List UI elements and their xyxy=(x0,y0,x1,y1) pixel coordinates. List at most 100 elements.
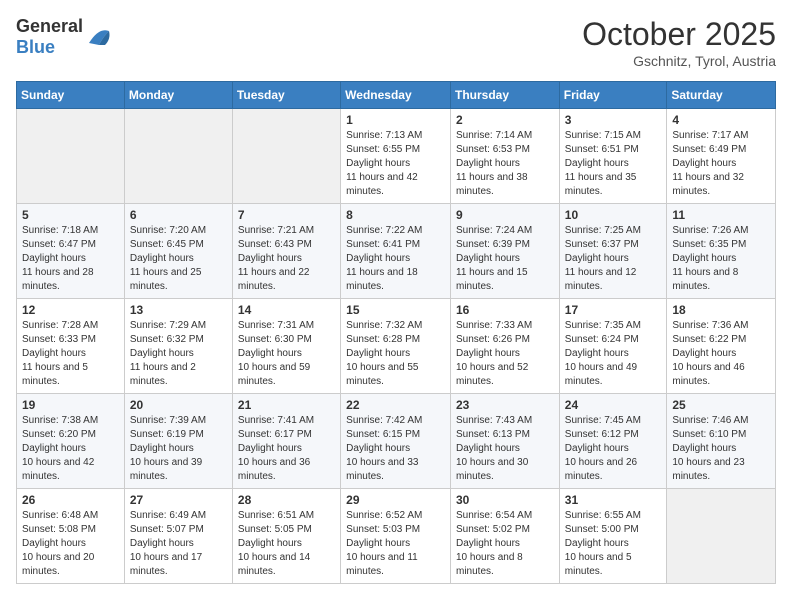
calendar-cell: 26Sunrise: 6:48 AMSunset: 5:08 PMDayligh… xyxy=(17,489,125,584)
day-number: 20 xyxy=(130,398,227,412)
title-block: October 2025 Gschnitz, Tyrol, Austria xyxy=(582,16,776,69)
calendar-cell: 12Sunrise: 7:28 AMSunset: 6:33 PMDayligh… xyxy=(17,299,125,394)
day-number: 10 xyxy=(565,208,662,222)
day-info: Sunrise: 7:46 AMSunset: 6:10 PMDaylight … xyxy=(672,414,770,484)
day-number: 8 xyxy=(346,208,445,222)
calendar-cell: 14 Sunrise: 7:31 AMSunset: 6:30 PMDayligh… xyxy=(232,299,340,394)
day-number: 4 xyxy=(672,113,770,127)
calendar-cell: 4 Sunrise: 7:17 AMSunset: 6:49 PMDaylight… xyxy=(667,109,776,204)
day-number: 28 xyxy=(238,493,335,507)
day-number: 13 xyxy=(130,303,227,317)
weekday-header-row: SundayMondayTuesdayWednesdayThursdayFrid… xyxy=(17,82,776,109)
day-info: Sunrise: 6:52 AMSunset: 5:03 PMDaylight … xyxy=(346,509,445,579)
day-info: Sunrise: 7:42 AMSunset: 6:15 PMDaylight … xyxy=(346,414,445,484)
calendar-cell xyxy=(232,109,340,204)
day-number: 3 xyxy=(565,113,662,127)
month-title: October 2025 xyxy=(582,16,776,53)
day-info: Sunrise: 7:45 AMSunset: 6:12 PMDaylight … xyxy=(565,414,662,484)
day-info: Sunrise: 7:31 AMSunset: 6:30 PMDaylight … xyxy=(238,319,335,389)
day-info: Sunrise: 7:28 AMSunset: 6:33 PMDaylight … xyxy=(22,319,119,389)
page-header: General Blue October 2025 Gschnitz, Tyro… xyxy=(16,16,776,69)
day-number: 21 xyxy=(238,398,335,412)
day-info: Sunrise: 6:55 AMSunset: 5:00 PMDaylight … xyxy=(565,509,662,579)
day-number: 16 xyxy=(456,303,554,317)
calendar-cell: 16Sunrise: 7:33 AMSunset: 6:26 PMDayligh… xyxy=(451,299,560,394)
calendar-cell: 24 Sunrise: 7:45 AMSunset: 6:12 PMDayligh… xyxy=(559,394,667,489)
calendar-cell: 29 Sunrise: 6:52 AMSunset: 5:03 PMDayligh… xyxy=(341,489,451,584)
weekday-header: Sunday xyxy=(17,82,125,109)
day-info: Sunrise: 7:17 AMSunset: 6:49 PMDaylight … xyxy=(672,129,770,199)
day-info: Sunrise: 7:41 AMSunset: 6:17 PMDaylight … xyxy=(238,414,335,484)
day-info: Sunrise: 7:29 AMSunset: 6:32 PMDaylight … xyxy=(130,319,227,389)
calendar-cell: 23Sunrise: 7:43 AMSunset: 6:13 PMDayligh… xyxy=(451,394,560,489)
day-info: Sunrise: 6:49 AMSunset: 5:07 PMDaylight … xyxy=(130,509,227,579)
day-number: 29 xyxy=(346,493,445,507)
calendar-cell: 19 Sunrise: 7:38 AMSunset: 6:20 PMDayligh… xyxy=(17,394,125,489)
calendar-cell: 7Sunrise: 7:21 AMSunset: 6:43 PMDaylight… xyxy=(232,204,340,299)
day-number: 26 xyxy=(22,493,119,507)
calendar-cell: 20 Sunrise: 7:39 AMSunset: 6:19 PMDayligh… xyxy=(124,394,232,489)
weekday-header: Wednesday xyxy=(341,82,451,109)
day-number: 9 xyxy=(456,208,554,222)
day-info: Sunrise: 7:21 AMSunset: 6:43 PMDaylight … xyxy=(238,224,335,294)
calendar-cell: 2Sunrise: 7:14 AMSunset: 6:53 PMDaylight… xyxy=(451,109,560,204)
weekday-header: Monday xyxy=(124,82,232,109)
calendar-cell: 1 Sunrise: 7:13 AMSunset: 6:55 PMDaylight… xyxy=(341,109,451,204)
calendar-cell: 11Sunrise: 7:26 AMSunset: 6:35 PMDayligh… xyxy=(667,204,776,299)
calendar-row: 1 Sunrise: 7:13 AMSunset: 6:55 PMDaylight… xyxy=(17,109,776,204)
logo-blue: Blue xyxy=(16,37,55,57)
location-subtitle: Gschnitz, Tyrol, Austria xyxy=(582,53,776,69)
calendar-cell: 6 Sunrise: 7:20 AMSunset: 6:45 PMDaylight… xyxy=(124,204,232,299)
day-info: Sunrise: 6:51 AMSunset: 5:05 PMDaylight … xyxy=(238,509,335,579)
day-info: Sunrise: 6:54 AMSunset: 5:02 PMDaylight … xyxy=(456,509,554,579)
day-number: 22 xyxy=(346,398,445,412)
day-info: Sunrise: 7:13 AMSunset: 6:55 PMDaylight … xyxy=(346,129,445,199)
day-info: Sunrise: 7:39 AMSunset: 6:19 PMDaylight … xyxy=(130,414,227,484)
day-info: Sunrise: 7:18 AMSunset: 6:47 PMDaylight … xyxy=(22,224,119,294)
calendar-row: 26Sunrise: 6:48 AMSunset: 5:08 PMDayligh… xyxy=(17,489,776,584)
day-number: 6 xyxy=(130,208,227,222)
calendar-cell: 28 Sunrise: 6:51 AMSunset: 5:05 PMDayligh… xyxy=(232,489,340,584)
day-number: 23 xyxy=(456,398,554,412)
weekday-header: Tuesday xyxy=(232,82,340,109)
day-number: 14 xyxy=(238,303,335,317)
calendar-cell: 9 Sunrise: 7:24 AMSunset: 6:39 PMDaylight… xyxy=(451,204,560,299)
day-number: 1 xyxy=(346,113,445,127)
day-number: 5 xyxy=(22,208,119,222)
day-number: 2 xyxy=(456,113,554,127)
logo-general: General xyxy=(16,16,83,36)
calendar-cell: 15 Sunrise: 7:32 AMSunset: 6:28 PMDayligh… xyxy=(341,299,451,394)
calendar-cell: 5 Sunrise: 7:18 AMSunset: 6:47 PMDaylight… xyxy=(17,204,125,299)
calendar-cell xyxy=(124,109,232,204)
day-number: 15 xyxy=(346,303,445,317)
logo-icon xyxy=(85,23,113,51)
calendar-cell: 22 Sunrise: 7:42 AMSunset: 6:15 PMDayligh… xyxy=(341,394,451,489)
day-number: 30 xyxy=(456,493,554,507)
day-info: Sunrise: 7:32 AMSunset: 6:28 PMDaylight … xyxy=(346,319,445,389)
logo: General Blue xyxy=(16,16,113,58)
day-info: Sunrise: 7:38 AMSunset: 6:20 PMDaylight … xyxy=(22,414,119,484)
day-info: Sunrise: 7:15 AMSunset: 6:51 PMDaylight … xyxy=(565,129,662,199)
calendar-cell: 31 Sunrise: 6:55 AMSunset: 5:00 PMDayligh… xyxy=(559,489,667,584)
calendar-cell: 18Sunrise: 7:36 AMSunset: 6:22 PMDayligh… xyxy=(667,299,776,394)
calendar-cell: 3 Sunrise: 7:15 AMSunset: 6:51 PMDaylight… xyxy=(559,109,667,204)
calendar-cell xyxy=(667,489,776,584)
weekday-header: Friday xyxy=(559,82,667,109)
day-number: 19 xyxy=(22,398,119,412)
day-info: Sunrise: 7:24 AMSunset: 6:39 PMDaylight … xyxy=(456,224,554,294)
calendar-table: SundayMondayTuesdayWednesdayThursdayFrid… xyxy=(16,81,776,584)
day-info: Sunrise: 7:35 AMSunset: 6:24 PMDaylight … xyxy=(565,319,662,389)
calendar-row: 12Sunrise: 7:28 AMSunset: 6:33 PMDayligh… xyxy=(17,299,776,394)
day-number: 31 xyxy=(565,493,662,507)
day-number: 18 xyxy=(672,303,770,317)
day-info: Sunrise: 7:22 AMSunset: 6:41 PMDaylight … xyxy=(346,224,445,294)
day-info: Sunrise: 7:20 AMSunset: 6:45 PMDaylight … xyxy=(130,224,227,294)
calendar-cell: 25Sunrise: 7:46 AMSunset: 6:10 PMDayligh… xyxy=(667,394,776,489)
calendar-cell: 21 Sunrise: 7:41 AMSunset: 6:17 PMDayligh… xyxy=(232,394,340,489)
weekday-header: Thursday xyxy=(451,82,560,109)
calendar-cell xyxy=(17,109,125,204)
calendar-cell: 30 Sunrise: 6:54 AMSunset: 5:02 PMDayligh… xyxy=(451,489,560,584)
calendar-row: 5 Sunrise: 7:18 AMSunset: 6:47 PMDaylight… xyxy=(17,204,776,299)
day-number: 24 xyxy=(565,398,662,412)
weekday-header: Saturday xyxy=(667,82,776,109)
